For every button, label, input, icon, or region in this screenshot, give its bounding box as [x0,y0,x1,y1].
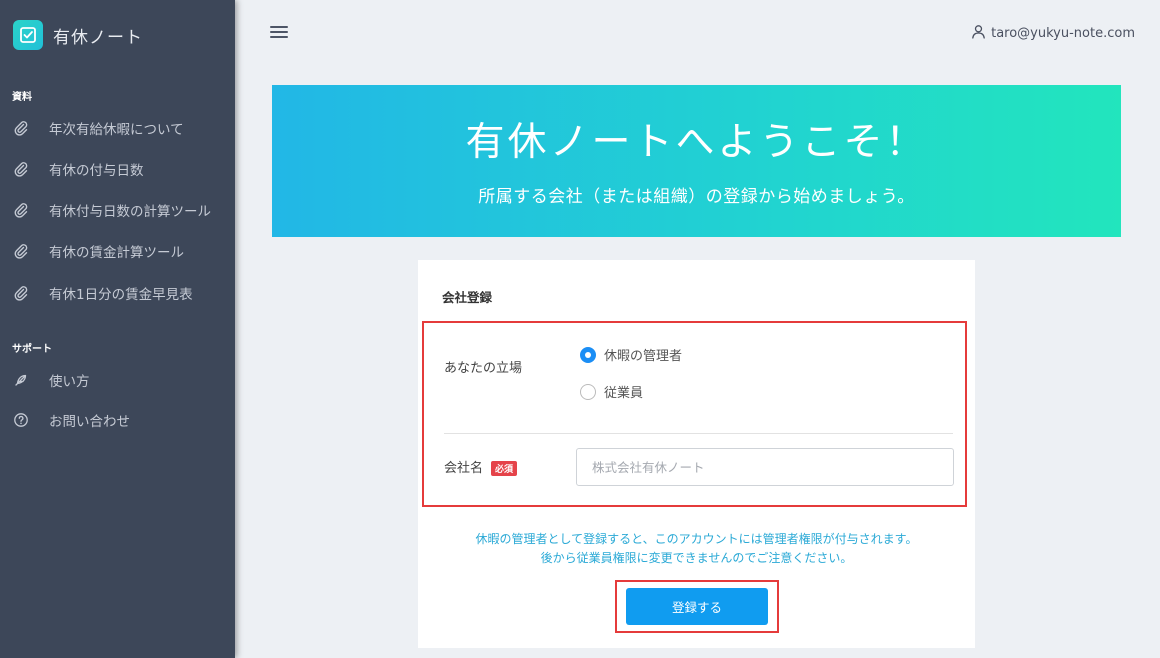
role-option-label: 従業員 [604,386,644,401]
user-menu[interactable]: taro@yukyu-note.com [971,24,1135,43]
company-name-label-text: 会社名 [444,461,484,476]
paperclip-icon [12,242,30,260]
radio-unchecked-icon[interactable] [580,383,596,400]
section-label-documents: 資料 [12,92,32,103]
sidebar-item-annual-leave[interactable]: 年次有給休暇について [12,117,184,139]
company-registration-card: 会社登録 あなたの立場 休暇の管理者 従業員 会社名必須 休暇の管理者として登録… [418,260,975,648]
brand[interactable]: 有休ノート [13,20,143,50]
sidebar-item-label: お問い合わせ [49,414,130,430]
sidebar-item-grant-days[interactable]: 有休の付与日数 [12,158,144,180]
sidebar: 有休ノート 資料 年次有給休暇について 有休の付与日数 有休付与日数の計算ツール… [0,0,235,658]
card-title: 会社登録 [442,290,493,305]
notice-line-2: 後から従業員権限に変更できませんのでご注意ください。 [540,551,853,565]
company-name-label: 会社名 必須 [444,457,518,476]
divider [444,433,953,434]
sidebar-item-label: 有休の付与日数 [49,163,144,179]
notice-line-1: 休暇の管理者として登録すると、このアカウントには管理者権限が付与されます。 [475,532,918,546]
role-option-employee[interactable]: 従業員 [580,382,643,401]
required-badge: 必須 [491,461,518,476]
submit-highlight-box: 登録する [615,580,779,633]
paperclip-icon [12,119,30,137]
company-name-input[interactable] [576,448,954,486]
sidebar-item-label: 使い方 [49,374,90,390]
paperclip-icon [12,160,30,178]
checkbox-logo-icon [13,20,43,50]
hamburger-icon[interactable] [270,24,288,40]
user-email: taro@yukyu-note.com [991,26,1135,41]
sidebar-item-wage-calculator[interactable]: 有休の賃金計算ツール [12,240,184,262]
sidebar-item-wage-table[interactable]: 有休1日分の賃金早見表 [12,282,193,304]
feather-icon [12,371,30,389]
register-button[interactable]: 登録する [626,588,768,625]
brand-name: 有休ノート [53,27,143,48]
sidebar-item-label: 有休の賃金計算ツール [49,245,184,261]
paperclip-icon [12,284,30,302]
role-option-manager[interactable]: 休暇の管理者 [580,345,682,364]
sidebar-item-label: 有休1日分の賃金早見表 [49,287,193,303]
sidebar-item-label: 年次有給休暇について [49,122,184,138]
banner-subtitle: 所属する会社（または組織）の登録から始めましょう。 [478,187,915,207]
role-label: あなたの立場 [444,361,523,376]
sidebar-item-contact[interactable]: お問い合わせ [12,409,130,431]
sidebar-item-how-to-use[interactable]: 使い方 [12,369,90,391]
sidebar-item-grant-calculator[interactable]: 有休付与日数の計算ツール [12,199,211,221]
question-circle-icon [12,411,30,429]
sidebar-item-label: 有休付与日数の計算ツール [49,204,211,220]
banner-title: 有休ノートへようこそ！ [465,120,928,165]
welcome-banner: 有休ノートへようこそ！ 所属する会社（または組織）の登録から始めましょう。 [272,85,1121,237]
user-icon [971,24,986,43]
form-highlight-box: あなたの立場 休暇の管理者 従業員 会社名 必須 [422,321,967,507]
paperclip-icon [12,201,30,219]
section-label-support: サポート [12,344,52,355]
role-option-label: 休暇の管理者 [604,349,683,364]
radio-checked-icon[interactable] [580,346,596,363]
